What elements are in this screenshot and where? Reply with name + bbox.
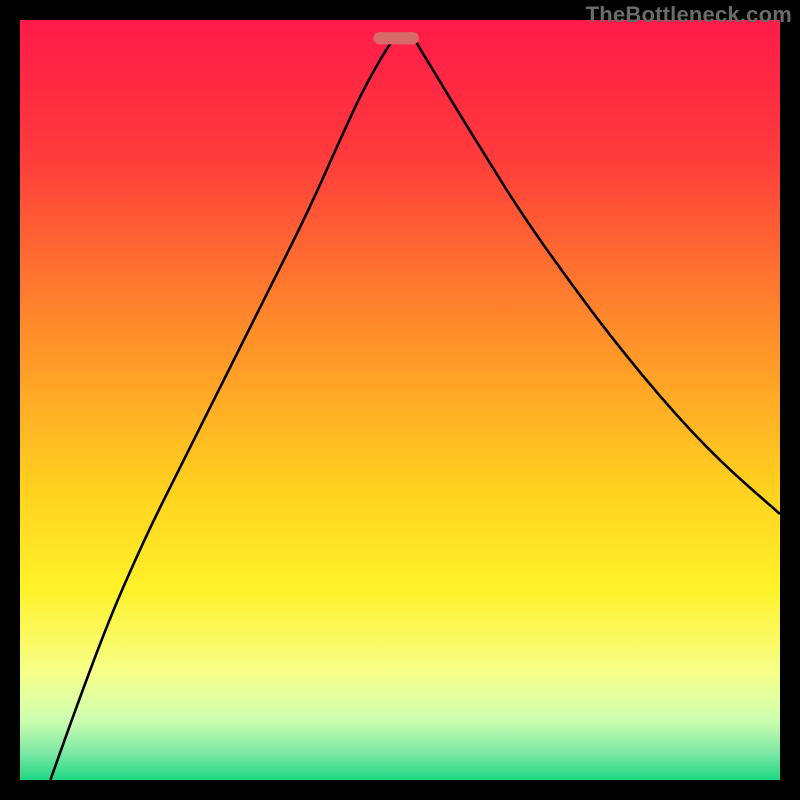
chart-frame: TheBottleneck.com xyxy=(0,0,800,800)
chart-svg xyxy=(20,20,780,780)
optimum-marker xyxy=(373,32,419,44)
chart-plot-area xyxy=(20,20,780,780)
chart-background-gradient xyxy=(20,20,780,780)
source-credit: TheBottleneck.com xyxy=(586,2,792,28)
